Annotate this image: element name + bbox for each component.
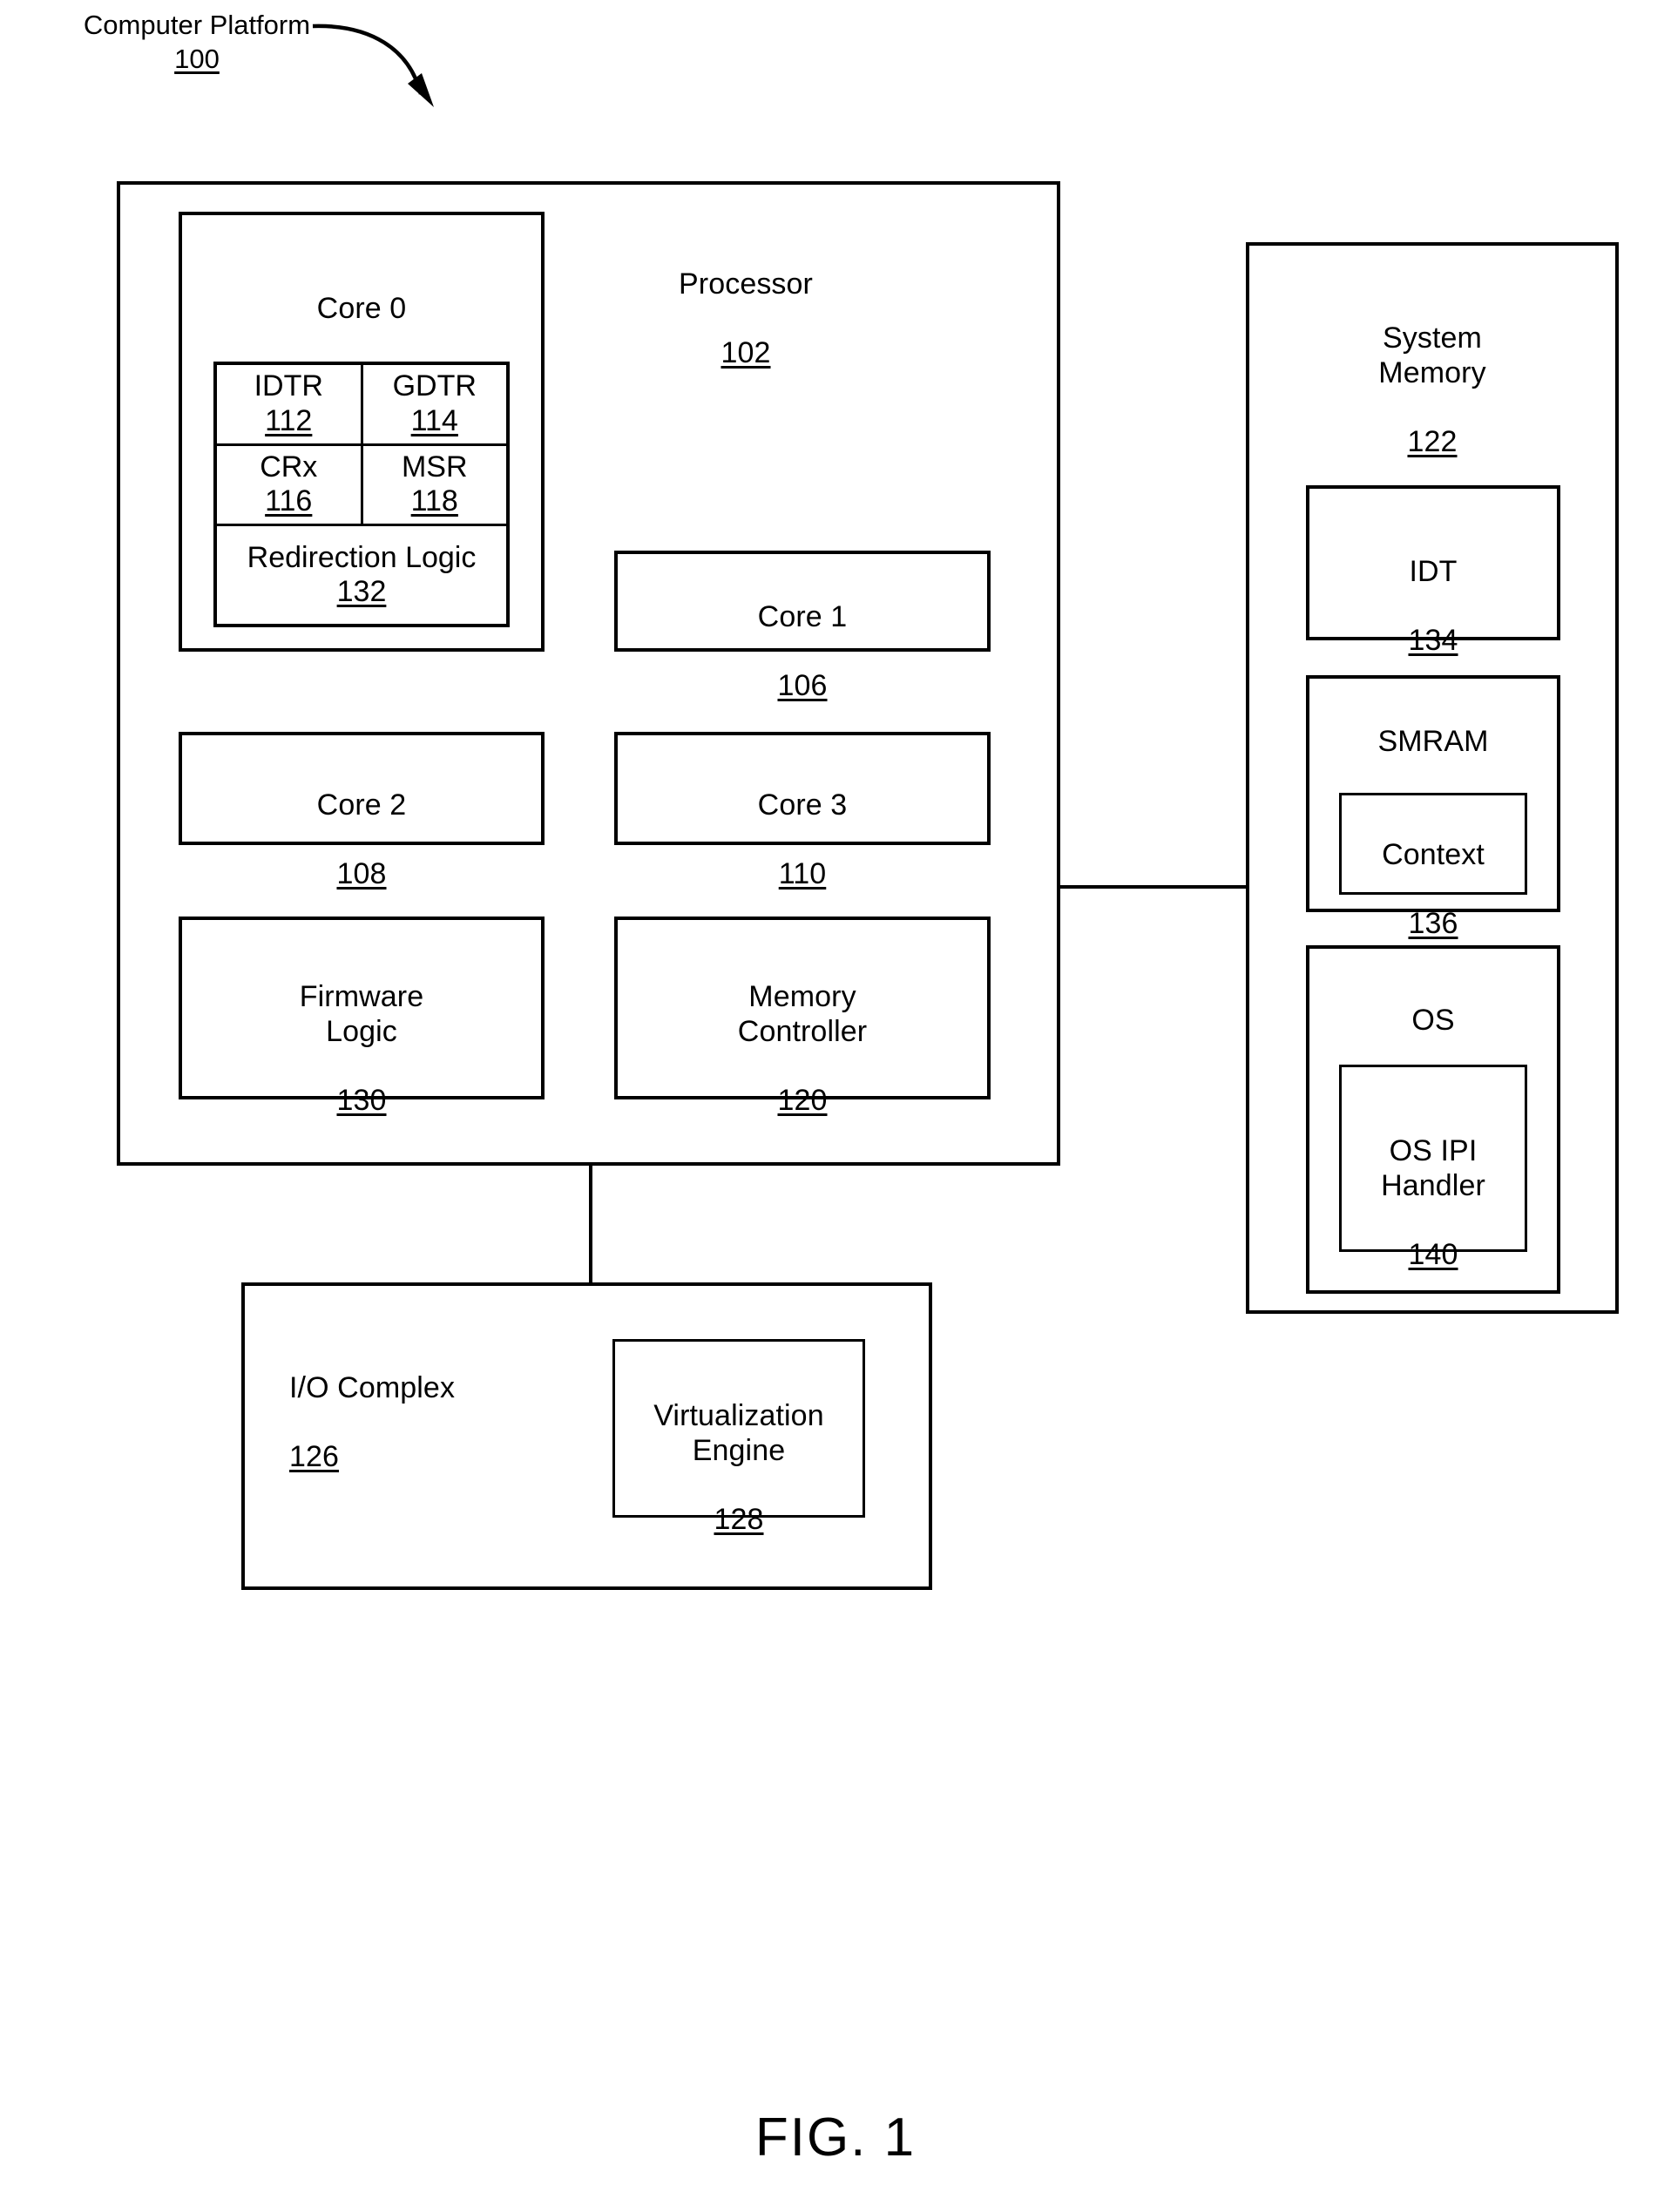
figure-caption: FIG. 1 bbox=[754, 2107, 917, 2168]
os-ipi-handler-number: 140 bbox=[1408, 1237, 1458, 1271]
context-title: Context bbox=[1382, 838, 1485, 872]
os-ipi-handler-title: OS IPI Handler bbox=[1381, 1134, 1485, 1202]
idt-title: IDT bbox=[1409, 555, 1458, 589]
virtualization-engine-number: 128 bbox=[714, 1502, 764, 1536]
context-number: 136 bbox=[1408, 907, 1458, 941]
processor-title: Processor bbox=[679, 267, 813, 301]
idtr-number: 112 bbox=[265, 403, 313, 437]
connector-processor-to-io-complex bbox=[589, 1159, 592, 1286]
redirection-logic-number: 132 bbox=[336, 575, 387, 608]
virtualization-engine-title: Virtualization Engine bbox=[653, 1399, 824, 1467]
register-cell-crx: CRx 116 bbox=[217, 445, 363, 526]
system-memory-label: System Memory 122 bbox=[1246, 287, 1619, 494]
memory-controller-title: Memory Controller bbox=[737, 980, 868, 1048]
io-complex-label: I/O Complex 126 bbox=[289, 1337, 603, 1509]
processor-label: Processor 102 bbox=[615, 233, 876, 405]
system-memory-title: System Memory bbox=[1378, 321, 1486, 389]
io-complex-number: 126 bbox=[289, 1440, 340, 1474]
idt-number: 134 bbox=[1408, 624, 1458, 658]
smram-title: SMRAM bbox=[1377, 725, 1489, 759]
io-complex-title: I/O Complex bbox=[289, 1371, 456, 1405]
register-cell-msr: MSR 118 bbox=[362, 446, 506, 526]
crx-title: CRx bbox=[260, 450, 318, 484]
virtualization-engine-label: Virtualization Engine 128 bbox=[612, 1365, 865, 1572]
platform-callout-arrow bbox=[312, 24, 434, 107]
gdtr-title: GDTR bbox=[392, 369, 477, 403]
core-2-label: Core 2 108 bbox=[179, 754, 545, 926]
core-2-title: Core 2 bbox=[316, 788, 407, 822]
idt-label: IDT 134 bbox=[1306, 521, 1560, 693]
redirection-logic-title: Redirection Logic bbox=[247, 540, 477, 574]
firmware-logic-label: Firmware Logic 130 bbox=[179, 946, 545, 1153]
idtr-title: IDTR bbox=[254, 369, 323, 403]
core-2-number: 108 bbox=[336, 857, 387, 891]
memory-controller-number: 120 bbox=[777, 1083, 828, 1117]
register-cell-gdtr: GDTR 114 bbox=[362, 365, 506, 446]
core-3-title: Core 3 bbox=[757, 788, 848, 822]
system-memory-number: 122 bbox=[1407, 424, 1458, 458]
firmware-logic-title: Firmware Logic bbox=[299, 980, 424, 1048]
register-cell-idtr: IDTR 112 bbox=[217, 365, 363, 446]
core-0-register-grid: IDTR 112 GDTR 114 CRx 116 MSR 118 Redire… bbox=[213, 362, 510, 627]
connector-processor-to-system-memory bbox=[1054, 885, 1248, 889]
crx-number: 116 bbox=[265, 484, 313, 518]
core-1-title: Core 1 bbox=[757, 600, 848, 634]
core-1-number: 106 bbox=[777, 669, 828, 703]
platform-title: Computer Platform bbox=[83, 10, 311, 40]
msr-number: 118 bbox=[410, 484, 458, 518]
core-0-title: Core 0 bbox=[316, 292, 407, 326]
register-cell-redirection-logic: Redirection Logic 132 bbox=[217, 526, 506, 624]
register-row-3: Redirection Logic 132 bbox=[217, 526, 506, 624]
firmware-logic-number: 130 bbox=[336, 1083, 387, 1117]
core-1-label: Core 1 106 bbox=[614, 566, 991, 738]
core-3-number: 110 bbox=[778, 857, 827, 891]
register-row-2: CRx 116 MSR 118 bbox=[217, 445, 506, 526]
core-3-label: Core 3 110 bbox=[614, 754, 991, 926]
processor-number: 102 bbox=[720, 336, 771, 370]
memory-controller-label: Memory Controller 120 bbox=[614, 946, 991, 1153]
figure-sheet: Computer Platform 100 Processor 102 Core… bbox=[0, 0, 1671, 2212]
os-title: OS bbox=[1411, 1004, 1455, 1038]
os-ipi-handler-label: OS IPI Handler 140 bbox=[1339, 1100, 1527, 1307]
register-row-1: IDTR 112 GDTR 114 bbox=[217, 365, 506, 446]
msr-title: MSR bbox=[401, 450, 468, 484]
gdtr-number: 114 bbox=[410, 403, 458, 437]
